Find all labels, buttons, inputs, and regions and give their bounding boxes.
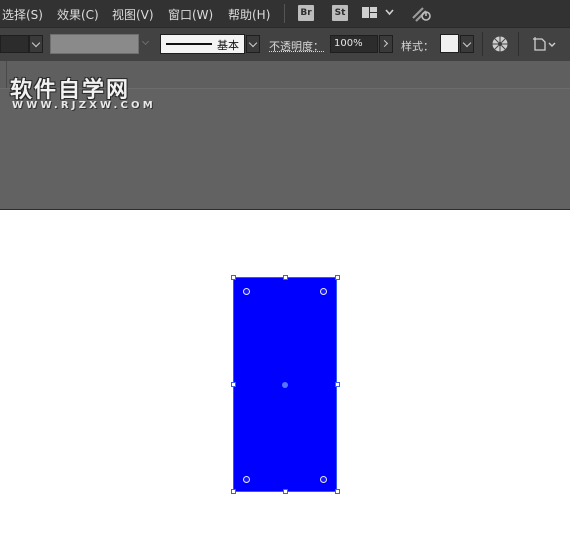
stock-button[interactable]: St — [332, 5, 348, 21]
graphic-style-dropdown[interactable] — [460, 35, 474, 53]
live-corner-widget[interactable] — [320, 288, 327, 295]
canvas-edge — [0, 209, 570, 210]
document-setup-icon[interactable] — [532, 36, 558, 52]
control-bar: 基本 不透明度： 100% 样式： — [0, 27, 570, 62]
live-corner-widget[interactable] — [320, 476, 327, 483]
recolor-artwork-icon[interactable] — [491, 35, 509, 53]
selected-rectangle[interactable] — [233, 277, 337, 492]
live-corner-widget[interactable] — [243, 288, 250, 295]
opacity-value: 100% — [334, 38, 363, 49]
watermark-url: WWW.RJZXW.COM — [12, 100, 156, 111]
stroke-profile-dropdown[interactable] — [246, 35, 260, 53]
chevron-down-icon — [141, 37, 150, 46]
resize-handle-left[interactable] — [231, 382, 236, 387]
chevron-down-icon — [31, 38, 41, 48]
chevron-down-icon — [248, 38, 258, 48]
fill-dropdown[interactable] — [29, 35, 43, 53]
opacity-input[interactable]: 100% — [330, 35, 378, 53]
chevron-down-icon — [462, 38, 472, 48]
menu-view[interactable]: 视图(V) — [112, 6, 154, 23]
bridge-button[interactable]: Br — [298, 5, 314, 21]
stroke-weight-dropdown[interactable] — [141, 37, 151, 47]
controlbar-divider — [518, 32, 519, 56]
fill-color-field[interactable] — [0, 35, 29, 53]
live-corner-widget[interactable] — [243, 476, 250, 483]
workspace-layout-icon[interactable] — [362, 6, 396, 20]
resize-handle-top-left[interactable] — [231, 275, 236, 280]
center-point — [282, 382, 288, 388]
stroke-weight-field[interactable] — [50, 34, 139, 54]
resize-handle-top-right[interactable] — [335, 275, 340, 280]
resize-handle-bottom-right[interactable] — [335, 489, 340, 494]
resize-handle-top[interactable] — [283, 275, 288, 280]
style-label: 样式： — [401, 40, 434, 53]
stroke-profile-select[interactable]: 基本 — [160, 34, 245, 54]
chevron-right-icon — [380, 39, 389, 48]
stroke-line-preview — [166, 43, 212, 45]
stroke-style-label: 基本 — [217, 39, 239, 52]
menubar-divider — [284, 4, 285, 23]
gpu-performance-icon[interactable] — [411, 4, 433, 22]
opacity-label[interactable]: 不透明度： — [269, 38, 324, 54]
controlbar-divider — [482, 32, 483, 56]
menu-window[interactable]: 窗口(W) — [168, 6, 213, 23]
graphic-style-swatch[interactable] — [440, 34, 459, 53]
menu-help[interactable]: 帮助(H) — [228, 6, 270, 23]
menu-effect[interactable]: 效果(C) — [57, 6, 99, 23]
resize-handle-bottom-left[interactable] — [231, 489, 236, 494]
menu-select[interactable]: 选择(S) — [2, 6, 43, 23]
resize-handle-right[interactable] — [335, 382, 340, 387]
resize-handle-bottom[interactable] — [283, 489, 288, 494]
menu-bar: 选择(S) 效果(C) 视图(V) 窗口(W) 帮助(H) Br St — [0, 0, 570, 27]
tab-divider — [6, 61, 7, 88]
opacity-expand[interactable] — [379, 35, 393, 53]
